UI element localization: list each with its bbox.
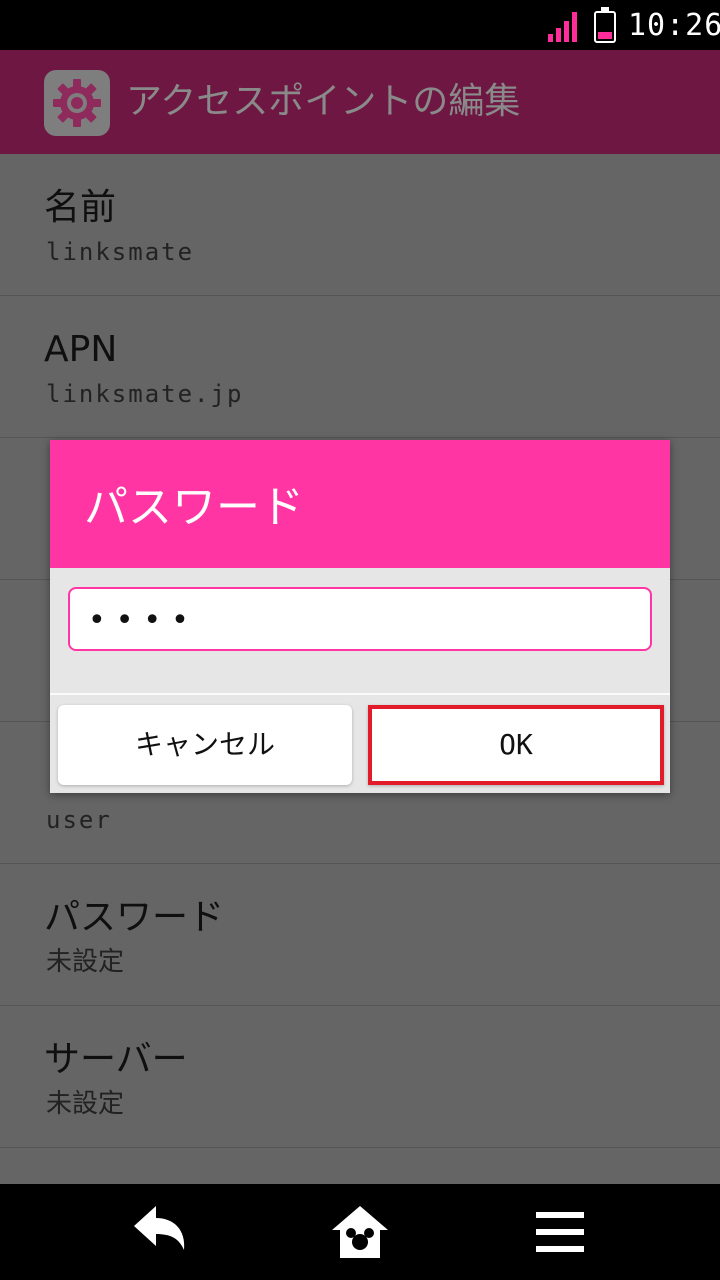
list-item-password[interactable]: パスワード 未設定 [0,864,720,1006]
menu-icon [536,1212,584,1252]
list-item-value: 未設定 [46,1089,125,1119]
list-item-name[interactable]: 名前 linksmate [0,154,720,296]
status-bar: 10:26 [0,0,720,50]
cancel-button[interactable]: キャンセル [58,705,352,785]
back-arrow-icon [134,1206,185,1250]
list-item-value: user [46,806,112,834]
list-item-apn[interactable]: APN linksmate.jp [0,296,720,438]
gear-icon [44,70,110,136]
status-time: 10:26 [628,8,720,43]
list-item-title: 名前 [44,187,117,228]
list-item-title: サーバー [44,1039,188,1080]
ok-button[interactable]: OK [368,705,664,785]
menu-button[interactable] [440,1184,680,1280]
dialog-title: パスワード [84,482,304,533]
list-item-value: linksmate.jp [46,380,244,408]
dialog-header: パスワード [50,440,670,568]
signal-icon [548,12,578,42]
list-item-value: linksmate [46,238,195,266]
list-item-title: APN [44,329,118,370]
password-input-value: •••• [88,603,199,638]
navigation-bar [0,1184,720,1280]
list-item-server[interactable]: サーバー 未設定 [0,1006,720,1148]
list-item-value: 未設定 [46,947,125,977]
home-icon [332,1206,388,1258]
app-bar: アクセスポイントの編集 [0,50,720,154]
password-dialog: パスワード •••• キャンセル OK [50,440,670,793]
page-title: アクセスポイントの編集 [126,81,521,122]
password-input[interactable]: •••• [68,587,652,651]
list-item-title: パスワード [44,897,225,938]
dialog-divider [50,693,670,695]
battery-icon [594,7,616,43]
